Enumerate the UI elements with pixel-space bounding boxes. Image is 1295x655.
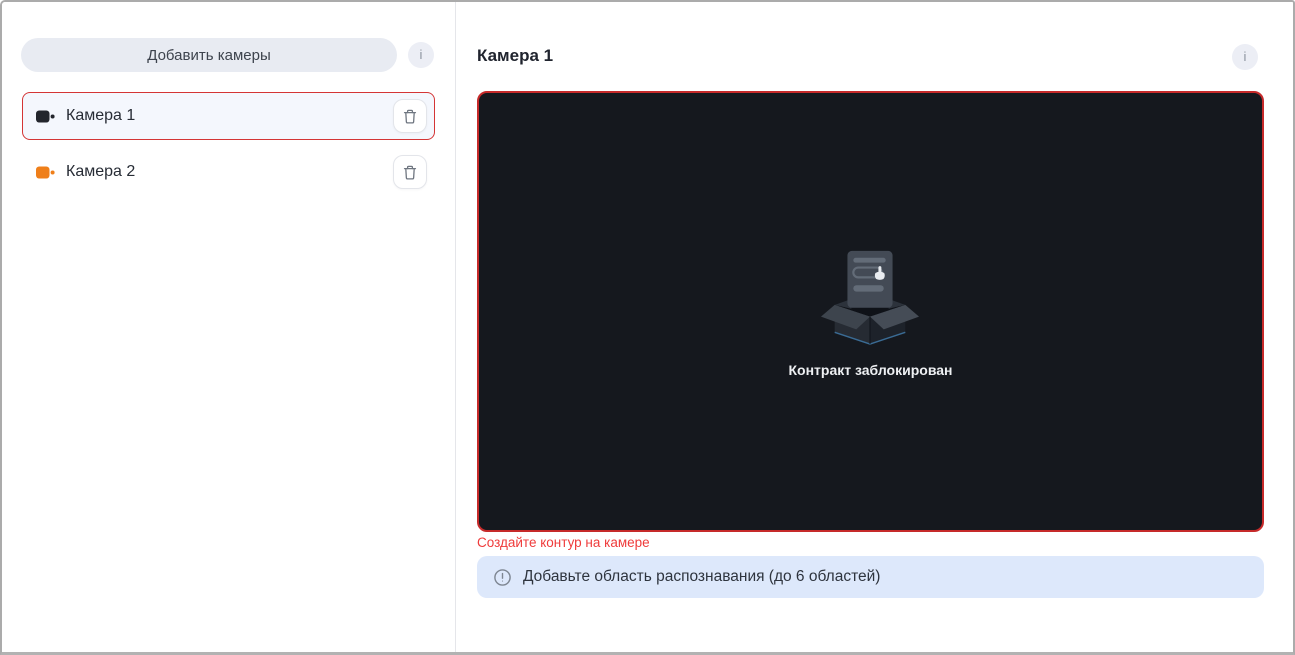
camera-list-item-2[interactable]: Камера 2 (22, 148, 435, 196)
sidebar-toolbar: Добавить камеры i (21, 38, 434, 72)
videocam-icon (36, 166, 55, 178)
camera-preview-canvas[interactable]: Контракт заблокирован (477, 91, 1264, 532)
camera-list-item-1[interactable]: Камера 1 (22, 92, 435, 140)
recognition-area-banner-text: Добавьте область распознавания (до 6 обл… (523, 568, 881, 585)
blocked-contract-label: Контракт заблокирован (788, 361, 953, 378)
recognition-area-banner: Добавьте область распознавания (до 6 обл… (477, 556, 1264, 598)
camera-detail-panel: Камера 1 i Контракт заблокирован Создайт… (457, 2, 1293, 652)
delete-camera-button[interactable] (393, 155, 427, 189)
page-title: Камера 1 (477, 46, 554, 65)
videocam-icon (36, 110, 55, 122)
contour-error-text: Создайте контур на камере (477, 535, 650, 550)
camera-name: Камера 2 (66, 163, 136, 180)
blocked-contract-empty-state: Контракт заблокирован (788, 246, 953, 378)
exclamation-circle-icon (494, 568, 511, 586)
trash-icon (403, 165, 417, 180)
delete-camera-button[interactable] (393, 99, 427, 133)
add-cameras-button[interactable]: Добавить камеры (21, 38, 397, 72)
trash-icon (403, 109, 417, 124)
open-box-icon (821, 250, 920, 345)
camera-settings-window: Добавить камеры i Камера 1 Камера 2 Каме… (0, 0, 1295, 655)
sidebar: Добавить камеры i Камера 1 Камера 2 (2, 2, 456, 652)
camera-name: Камера 1 (66, 107, 136, 124)
detail-info-icon[interactable]: i (1232, 44, 1258, 70)
sidebar-info-icon[interactable]: i (408, 42, 434, 68)
camera-list: Камера 1 Камера 2 (22, 92, 435, 196)
